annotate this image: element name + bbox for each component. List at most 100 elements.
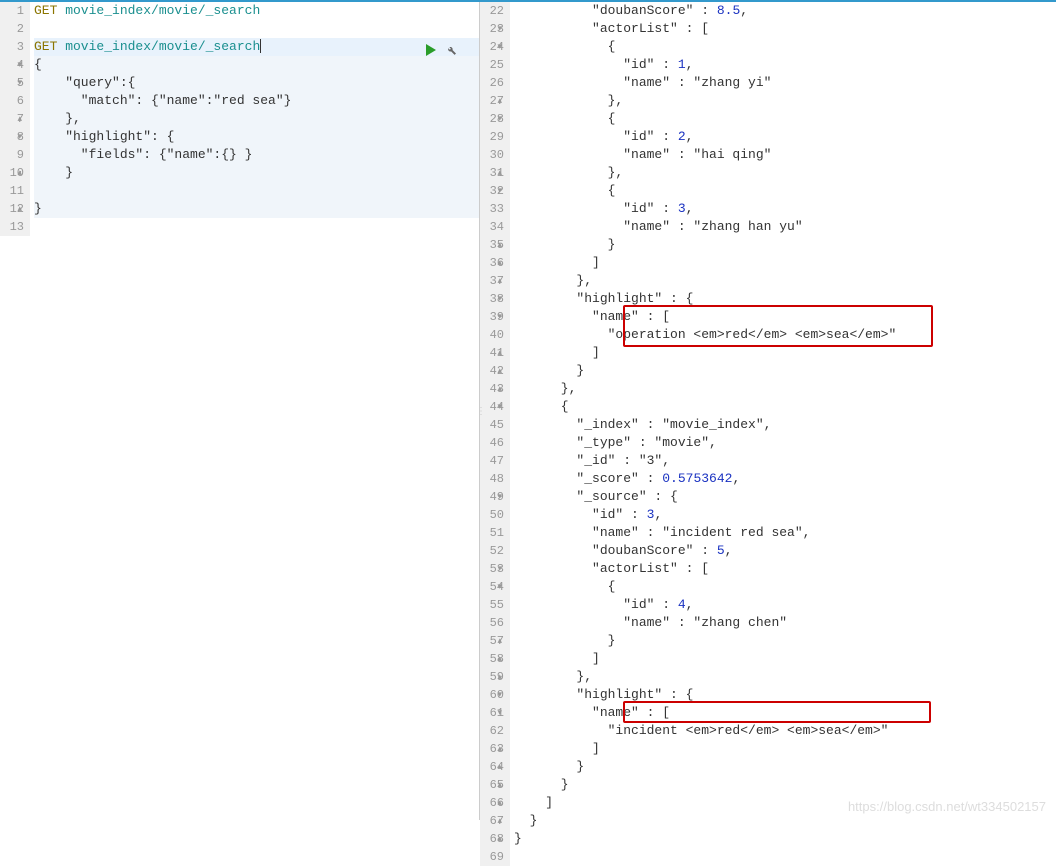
- fold-toggle-icon[interactable]: ▴: [497, 776, 502, 794]
- code-line[interactable]: }: [514, 632, 1056, 650]
- fold-toggle-icon[interactable]: ▴: [497, 758, 502, 776]
- fold-toggle-icon[interactable]: ▾: [17, 56, 22, 74]
- fold-toggle-icon[interactable]: ▴: [17, 110, 22, 128]
- code-line[interactable]: {: [514, 110, 1056, 128]
- code-line[interactable]: }: [34, 164, 479, 182]
- fold-toggle-icon[interactable]: ▾: [497, 488, 502, 506]
- code-line[interactable]: ]: [514, 254, 1056, 272]
- fold-toggle-icon[interactable]: ▴: [497, 650, 502, 668]
- fold-toggle-icon[interactable]: ▴: [497, 236, 502, 254]
- fold-toggle-icon[interactable]: ▴: [497, 92, 502, 110]
- code-line[interactable]: "query":{: [34, 74, 479, 92]
- code-line[interactable]: "_source" : {: [514, 488, 1056, 506]
- fold-toggle-icon[interactable]: ▴: [497, 830, 502, 848]
- fold-toggle-icon[interactable]: ▴: [497, 254, 502, 272]
- code-line[interactable]: ]: [514, 650, 1056, 668]
- fold-toggle-icon[interactable]: ▾: [17, 74, 22, 92]
- code-line[interactable]: [34, 182, 479, 200]
- code-line[interactable]: "incident <em>red</em> <em>sea</em>": [514, 722, 1056, 740]
- fold-toggle-icon[interactable]: ▴: [497, 344, 502, 362]
- fold-toggle-icon[interactable]: ▾: [497, 578, 502, 596]
- code-line[interactable]: "highlight": {: [34, 128, 479, 146]
- code-line[interactable]: "id" : 2,: [514, 128, 1056, 146]
- code-line[interactable]: },: [514, 380, 1056, 398]
- code-line[interactable]: "highlight" : {: [514, 290, 1056, 308]
- fold-toggle-icon[interactable]: ▴: [497, 668, 502, 686]
- code-line[interactable]: "name" : [: [514, 308, 1056, 326]
- fold-toggle-icon[interactable]: ▴: [497, 812, 502, 830]
- code-line[interactable]: ]: [514, 344, 1056, 362]
- code-line[interactable]: },: [514, 92, 1056, 110]
- code-line[interactable]: "id" : 3,: [514, 506, 1056, 524]
- fold-toggle-icon[interactable]: ▾: [497, 398, 502, 416]
- code-line[interactable]: "actorList" : [: [514, 560, 1056, 578]
- code-line[interactable]: "name" : "hai qing": [514, 146, 1056, 164]
- code-line[interactable]: "name" : "zhang han yu": [514, 218, 1056, 236]
- fold-toggle-icon[interactable]: ▾: [497, 20, 502, 38]
- code-line[interactable]: {: [34, 56, 479, 74]
- code-line[interactable]: }: [514, 362, 1056, 380]
- code-line[interactable]: "name" : "incident red sea",: [514, 524, 1056, 542]
- code-line[interactable]: }: [514, 812, 1056, 830]
- fold-toggle-icon[interactable]: ▾: [497, 110, 502, 128]
- code-line[interactable]: "id" : 1,: [514, 56, 1056, 74]
- code-line[interactable]: [34, 218, 479, 236]
- code-line[interactable]: "_id" : "3",: [514, 452, 1056, 470]
- fold-toggle-icon[interactable]: ▾: [497, 704, 502, 722]
- code-line[interactable]: [514, 848, 1056, 866]
- fold-toggle-icon[interactable]: ▴: [497, 164, 502, 182]
- code-line[interactable]: "match": {"name":"red sea"}: [34, 92, 479, 110]
- code-line[interactable]: ]: [514, 794, 1056, 812]
- code-line[interactable]: }: [514, 236, 1056, 254]
- code-line[interactable]: "actorList" : [: [514, 20, 1056, 38]
- fold-toggle-icon[interactable]: ▴: [497, 272, 502, 290]
- fold-toggle-icon[interactable]: ▴: [497, 794, 502, 812]
- code-line[interactable]: {: [514, 182, 1056, 200]
- response-code-area[interactable]: "doubanScore" : 8.5, "actorList" : [ { "…: [510, 2, 1056, 866]
- fold-toggle-icon[interactable]: ▾: [497, 38, 502, 56]
- fold-toggle-icon[interactable]: ▾: [497, 560, 502, 578]
- code-line[interactable]: "_index" : "movie_index",: [514, 416, 1056, 434]
- run-query-icon[interactable]: [425, 44, 437, 60]
- code-line[interactable]: "_type" : "movie",: [514, 434, 1056, 452]
- request-code-area[interactable]: GET movie_index/movie/_search GET movie_i…: [30, 2, 479, 236]
- fold-toggle-icon[interactable]: ▾: [17, 128, 22, 146]
- code-line[interactable]: "doubanScore" : 5,: [514, 542, 1056, 560]
- fold-toggle-icon[interactable]: ▾: [497, 290, 502, 308]
- fold-toggle-icon[interactable]: ▴: [497, 380, 502, 398]
- code-line[interactable]: "fields": {"name":{} }: [34, 146, 479, 164]
- code-line[interactable]: "id" : 3,: [514, 200, 1056, 218]
- code-line[interactable]: "highlight" : {: [514, 686, 1056, 704]
- fold-toggle-icon[interactable]: ▴: [497, 632, 502, 650]
- code-line[interactable]: GET movie_index/movie/_search: [34, 2, 479, 20]
- code-line[interactable]: "_score" : 0.5753642,: [514, 470, 1056, 488]
- code-line[interactable]: },: [514, 272, 1056, 290]
- fold-toggle-icon[interactable]: ▴: [17, 200, 22, 218]
- code-line[interactable]: },: [34, 110, 479, 128]
- code-line[interactable]: },: [514, 668, 1056, 686]
- fold-toggle-icon[interactable]: ▴: [17, 164, 22, 182]
- fold-toggle-icon[interactable]: ▾: [497, 686, 502, 704]
- code-line[interactable]: "id" : 4,: [514, 596, 1056, 614]
- fold-toggle-icon[interactable]: ▾: [497, 182, 502, 200]
- fold-toggle-icon[interactable]: ▾: [497, 308, 502, 326]
- fold-toggle-icon[interactable]: ▴: [497, 362, 502, 380]
- wrench-icon[interactable]: [445, 44, 457, 60]
- code-line[interactable]: [34, 20, 479, 38]
- code-line[interactable]: }: [514, 830, 1056, 848]
- code-line[interactable]: },: [514, 164, 1056, 182]
- code-line[interactable]: {: [514, 398, 1056, 416]
- code-line[interactable]: {: [514, 38, 1056, 56]
- code-line[interactable]: "doubanScore" : 8.5,: [514, 2, 1056, 20]
- code-line[interactable]: "operation <em>red</em> <em>sea</em>": [514, 326, 1056, 344]
- code-line[interactable]: "name" : [: [514, 704, 1056, 722]
- fold-toggle-icon[interactable]: ▴: [497, 740, 502, 758]
- code-line[interactable]: "name" : "zhang chen": [514, 614, 1056, 632]
- code-line[interactable]: }: [34, 200, 479, 218]
- code-line[interactable]: GET movie_index/movie/_search: [34, 38, 479, 56]
- code-line[interactable]: }: [514, 776, 1056, 794]
- code-line[interactable]: }: [514, 758, 1056, 776]
- code-line[interactable]: "name" : "zhang yi": [514, 74, 1056, 92]
- code-line[interactable]: ]: [514, 740, 1056, 758]
- code-line[interactable]: {: [514, 578, 1056, 596]
